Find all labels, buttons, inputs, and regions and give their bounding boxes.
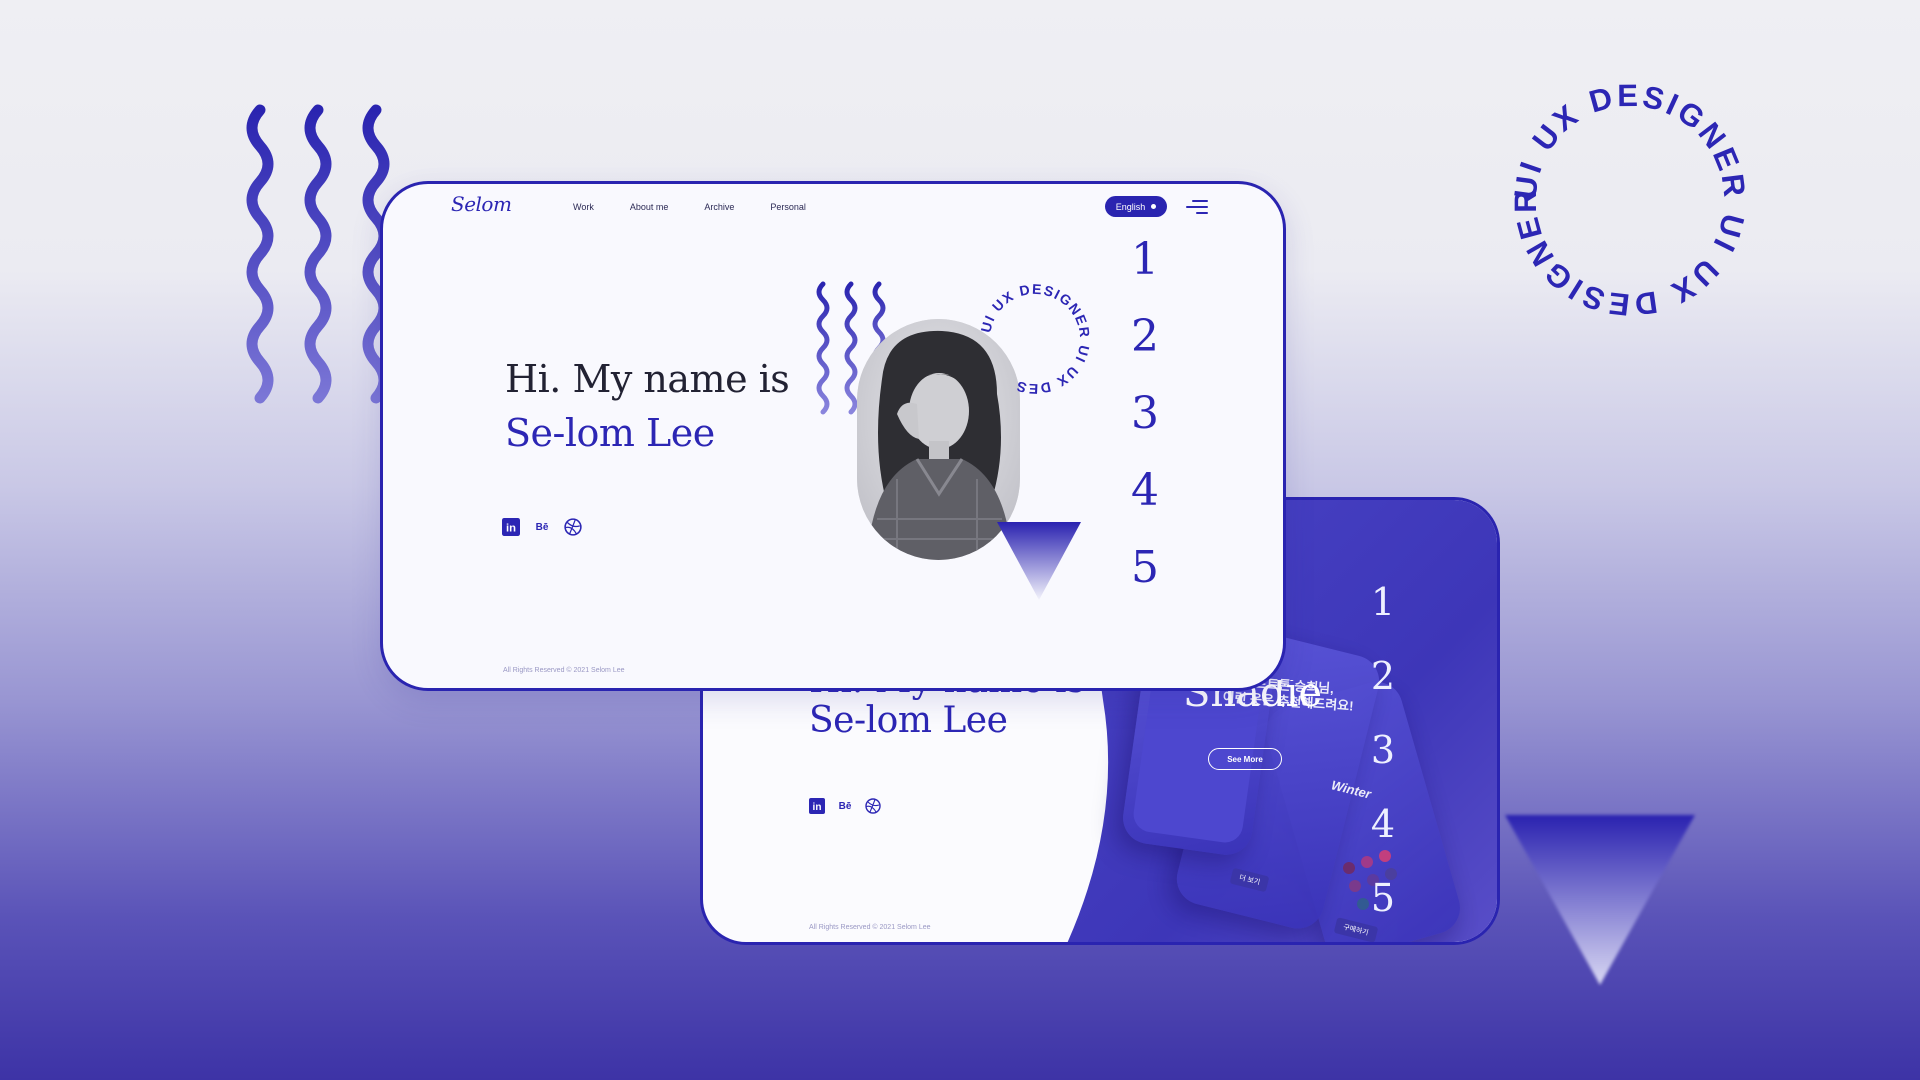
background-triangle (1505, 815, 1695, 985)
page-number[interactable]: 5 (1122, 542, 1168, 619)
svg-text:in: in (813, 802, 822, 813)
back-footer-copyright: All Rights Reserved © 2021 Selom Lee (809, 924, 931, 931)
back-name: Se-lom Lee (809, 700, 1008, 741)
background-ui-ux-designer-ring: UI UX DESIGNER UI UX DESIGNER (1507, 78, 1752, 323)
behance-icon[interactable]: Bē (534, 522, 550, 533)
nav-work[interactable]: Work (573, 202, 594, 212)
dribbble-icon[interactable] (564, 518, 582, 536)
person-name: Se-lom Lee (505, 411, 715, 455)
back-page-number[interactable]: 2 (1363, 654, 1403, 728)
linkedin-icon[interactable]: in (502, 518, 520, 536)
back-social-links: in Bē (809, 798, 881, 814)
logo[interactable]: Selom (451, 192, 512, 216)
footer-copyright: All Rights Reserved © 2021 Selom Lee (503, 667, 625, 674)
language-button[interactable]: English (1105, 196, 1167, 217)
see-more-button[interactable]: See More (1208, 748, 1282, 770)
front-card: Selom Work About me Archive Personal Eng… (380, 181, 1286, 691)
language-label: English (1115, 201, 1146, 212)
back-page-number[interactable]: 4 (1363, 802, 1403, 876)
back-linkedin-icon[interactable]: in (809, 798, 825, 814)
nav-about-me[interactable]: About me (630, 202, 669, 212)
nav-personal[interactable]: Personal (770, 202, 806, 212)
page-number[interactable]: 2 (1122, 311, 1168, 388)
page-numbers: 1 2 3 4 5 (1122, 234, 1168, 619)
page-number[interactable]: 4 (1122, 465, 1168, 542)
svg-text:UI UX DESIGNER UI UX DES: UI UX DESIGNER UI UX DES (977, 281, 1093, 397)
svg-text:in: in (506, 523, 516, 535)
page-number[interactable]: 3 (1122, 388, 1168, 465)
page-number[interactable]: 1 (1122, 234, 1168, 311)
ui-ux-designer-badge: UI UX DESIGNER UI UX DES (977, 281, 1093, 397)
back-dribbble-icon[interactable] (865, 798, 881, 814)
back-page-number[interactable]: 1 (1363, 580, 1403, 654)
language-dot-icon (1151, 204, 1157, 209)
social-links: in Bē (502, 518, 582, 536)
back-behance-icon[interactable]: Bē (837, 801, 853, 812)
triangle-decoration (997, 522, 1081, 600)
nav-archive[interactable]: Archive (704, 202, 734, 212)
back-page-number[interactable]: 3 (1363, 728, 1403, 802)
back-page-number[interactable]: 5 (1363, 876, 1403, 942)
svg-text:UI UX DESIGNER UI UX DESIGNER: UI UX DESIGNER UI UX DESIGNER (1507, 78, 1752, 323)
menu-icon[interactable] (1186, 198, 1208, 216)
greeting: Hi. My name is (505, 357, 790, 401)
main-nav: Work About me Archive Personal (573, 202, 842, 212)
back-page-numbers: 1 2 3 4 5 (1363, 580, 1403, 942)
